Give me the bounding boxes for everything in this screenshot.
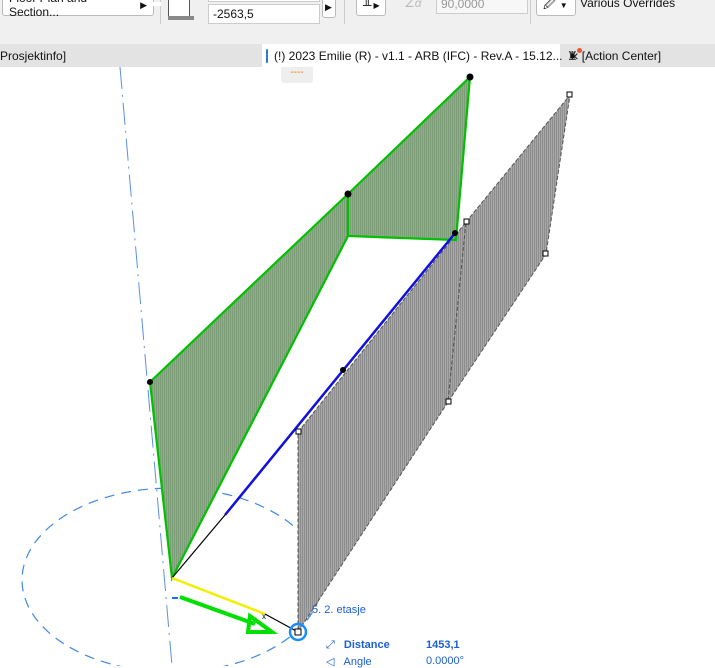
angle-icon: ∠α xyxy=(404,0,422,10)
distance-icon: ⤢ xyxy=(326,639,335,651)
green-wall-right[interactable] xyxy=(346,74,472,242)
angle-value[interactable]: 0.0000° xyxy=(426,655,464,667)
pen-icon: 🖉 xyxy=(543,0,556,11)
tracker-distance: ⤢ Distance 1453,1 xyxy=(326,639,466,652)
override-button[interactable]: 🖉 ▼ xyxy=(536,0,576,16)
angle-value: 90,0000 xyxy=(441,0,485,11)
story-label: 5. 2. etasje xyxy=(312,604,366,616)
tab-label: Prosjektinfo] xyxy=(0,48,67,63)
3d-viewport[interactable]: x xyxy=(0,67,715,666)
overrides-label: Various Overrides xyxy=(580,0,676,10)
angle-label: Angle xyxy=(343,656,372,668)
view-select-label: Floor Plan and Section... xyxy=(9,0,87,19)
column-icon: ╨ xyxy=(363,0,372,12)
lighthouse-icon: ♜ xyxy=(567,47,582,63)
3d-view-icon xyxy=(266,48,268,63)
elevation-value: -2563,5 xyxy=(213,7,254,21)
axis-label: x xyxy=(262,612,266,621)
tracker-angle: ◁ Angle 0.0000° xyxy=(326,655,466,668)
elevation-input[interactable]: -2563,5 xyxy=(208,4,320,24)
elevation-base-icon xyxy=(168,16,194,20)
distance-label: Distance xyxy=(343,639,390,651)
angle-input[interactable]: 90,0000 xyxy=(436,0,528,14)
tab-emilie[interactable]: (!) 2023 Emilie (R) - v1.1 - ARB (IFC) -… xyxy=(262,44,579,67)
angle-icon: ◁ xyxy=(326,656,335,668)
green-arrow-icon xyxy=(179,595,279,634)
tab-action-center[interactable]: ♜ [Action Center] xyxy=(565,44,661,67)
toolbar: Floor Plan and Section...▶ -2563,5 ▶ ╨▶ … xyxy=(0,0,715,44)
tab-bar: Prosjektinfo] (!) 2023 Emilie (R) - v1.1… xyxy=(0,44,715,67)
tab-label: (!) 2023 Emilie (R) - v1.1 - ARB (IFC) -… xyxy=(274,48,563,63)
tab-label: [Action Center] xyxy=(581,48,662,63)
yellow-vector xyxy=(171,576,266,616)
gray-panel-2[interactable] xyxy=(447,93,571,403)
distance-value[interactable]: 1453,1 xyxy=(426,639,460,651)
top-field[interactable] xyxy=(208,0,320,2)
arrow-right-icon: ▶ xyxy=(140,0,147,10)
vertical-axis xyxy=(119,67,173,666)
view-select[interactable]: Floor Plan and Section... ▶ xyxy=(2,0,154,19)
expand-button[interactable]: ▶ xyxy=(322,0,336,18)
structure-button[interactable]: ╨ ▶ xyxy=(356,0,386,16)
tab-prosjektinfo[interactable]: Prosjektinfo] xyxy=(0,44,66,67)
